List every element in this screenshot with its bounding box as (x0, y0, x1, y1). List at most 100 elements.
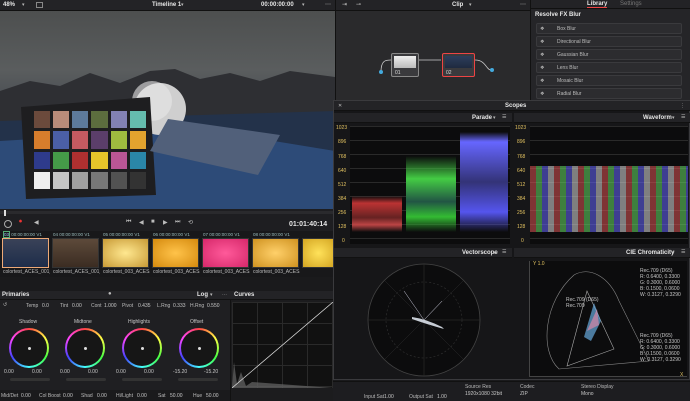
param-value[interactable]: 0.00 (63, 393, 73, 399)
audio-icon[interactable]: ◀ (34, 219, 39, 226)
curve-graph[interactable] (231, 301, 334, 389)
reset-icon[interactable]: ↺ (3, 302, 7, 308)
clip-thumbnail[interactable] (302, 238, 335, 268)
fx-item[interactable]: ❖ Box Blur (536, 23, 682, 34)
wheel-value[interactable]: 0.00 (60, 369, 70, 375)
node-02[interactable]: 02 (442, 53, 475, 77)
wheel-value[interactable]: 0.00 (88, 369, 98, 375)
clip-thumbnail[interactable] (52, 238, 99, 268)
tab-library[interactable]: Library (587, 1, 608, 8)
parade-title[interactable]: Parade (472, 115, 492, 121)
midtone-wheel[interactable] (65, 328, 105, 368)
close-icon[interactable]: ✕ (338, 103, 342, 109)
chevron-down-icon[interactable]: ▾ (672, 250, 675, 256)
stereo-value: Mono (581, 391, 594, 397)
output-sat-value[interactable]: 1.00 (437, 394, 447, 400)
wheel-value[interactable]: 0.00 (116, 369, 126, 375)
clip-thumbnail[interactable] (2, 238, 49, 268)
chevron-down-icon[interactable]: ▾ (210, 292, 213, 298)
node-01[interactable]: 01 (391, 53, 419, 77)
wheel-label: Offset (190, 319, 204, 325)
chevron-down-icon[interactable]: ▾ (302, 2, 305, 8)
skip-forward-icon[interactable]: ⏭ (175, 219, 180, 226)
wheel-value[interactable]: 0.00 (144, 369, 154, 375)
waveform-title[interactable]: Waveform (643, 115, 672, 121)
cont-value[interactable]: 1.000 (104, 303, 117, 309)
fx-icon: ❖ (540, 39, 545, 45)
fx-item[interactable]: ❖ Gaussian Blur (536, 49, 682, 60)
menu-icon[interactable]: ☰ (681, 114, 685, 120)
stop-icon[interactable]: ■ (151, 219, 155, 225)
node-editor[interactable]: ⇥ ⊸ Clip ▾ ⋯ 01 02 (335, 0, 531, 100)
temp-value[interactable]: 0.0 (42, 303, 49, 309)
viewer-mode-icon[interactable] (36, 2, 43, 8)
input-sat-value[interactable]: 1.00 (384, 394, 394, 400)
wheel-value[interactable]: 0.00 (32, 369, 42, 375)
timecode: 00:00:00:00 (261, 2, 294, 8)
clip-thumbnail[interactable] (152, 238, 199, 268)
param-value[interactable]: 50.00 (170, 393, 183, 399)
tint-value[interactable]: 0.00 (72, 303, 82, 309)
master-slider[interactable] (122, 378, 162, 381)
param-value[interactable]: 0.00 (97, 393, 107, 399)
tab-settings[interactable]: Settings (620, 1, 642, 7)
param-value[interactable]: 50.00 (206, 393, 219, 399)
skip-back-icon[interactable]: ⏮ (126, 219, 131, 226)
play-reverse-icon[interactable]: ◀ (139, 219, 144, 226)
hrng-value[interactable]: 0.550 (207, 303, 220, 309)
input-dot[interactable] (379, 70, 383, 74)
chevron-down-icon[interactable]: ▾ (22, 2, 25, 8)
fx-item[interactable]: ❖ Radial Blur (536, 88, 682, 99)
loop-playback-icon[interactable]: ⟲ (188, 219, 193, 226)
menu-icon[interactable]: ☰ (502, 249, 506, 255)
param-value[interactable]: 0.00 (137, 393, 147, 399)
record-icon[interactable]: ⏺ (19, 219, 22, 226)
menu-icon[interactable]: ☰ (502, 114, 506, 120)
chevron-down-icon[interactable]: ▾ (181, 2, 184, 8)
loop-icon[interactable] (4, 220, 12, 228)
clip-thumbnail[interactable] (252, 238, 299, 268)
chevron-down-icon[interactable]: ▾ (672, 115, 675, 121)
wheel-value[interactable]: -15.20 (173, 369, 187, 375)
play-icon[interactable]: ▶ (163, 219, 168, 226)
tick-label: 640 (517, 168, 526, 174)
fx-icon: ❖ (540, 91, 545, 97)
tick-label: 0 (521, 238, 524, 244)
menu-icon[interactable]: ☰ (681, 249, 685, 255)
wheel-value[interactable]: -15.20 (204, 369, 218, 375)
scrubber[interactable] (0, 211, 335, 214)
master-slider[interactable] (10, 378, 50, 381)
clip-thumbnail[interactable] (102, 238, 149, 268)
fx-item[interactable]: ❖ Directional Blur (536, 36, 682, 47)
more-icon[interactable]: ⋯ (325, 1, 331, 8)
hrng-label: H.Rng (190, 303, 205, 309)
shadow-wheel[interactable] (9, 328, 49, 368)
more-icon[interactable]: ⋯ (222, 292, 227, 298)
zoom-level[interactable]: 48% (3, 2, 15, 8)
clip-name: colortest_ACES_001_J... (3, 269, 50, 275)
output-dot[interactable] (490, 68, 494, 72)
dot-icon[interactable]: ● (108, 291, 112, 297)
parade-scope (350, 126, 510, 244)
playhead[interactable] (4, 210, 6, 216)
chevron-down-icon[interactable]: ▾ (493, 115, 496, 121)
primaries-mode[interactable]: Log (197, 292, 208, 298)
cie-title[interactable]: CIE Chromaticity (626, 250, 674, 256)
tick-label: 512 (338, 182, 347, 188)
timeline-name[interactable]: Timeline 1 (152, 2, 181, 8)
highlights-wheel[interactable] (122, 328, 162, 368)
pivot-value[interactable]: 0.435 (138, 303, 151, 309)
fx-item[interactable]: ❖ Lens Blur (536, 62, 682, 73)
lrng-value[interactable]: 0.333 (173, 303, 186, 309)
chevron-down-icon[interactable]: ▾ (493, 250, 496, 256)
settings-icon[interactable]: ⋮ (680, 103, 685, 109)
viewer-image[interactable] (0, 11, 335, 209)
master-slider[interactable] (66, 378, 106, 381)
param-value[interactable]: 0.00 (21, 393, 31, 399)
offset-wheel[interactable] (179, 328, 219, 368)
clip-name: colortest_003_ACES... (203, 269, 250, 275)
wheel-value[interactable]: 0.00 (4, 369, 14, 375)
master-slider[interactable] (178, 378, 218, 381)
fx-item[interactable]: ❖ Mosaic Blur (536, 75, 682, 86)
clip-thumbnail[interactable] (202, 238, 249, 268)
